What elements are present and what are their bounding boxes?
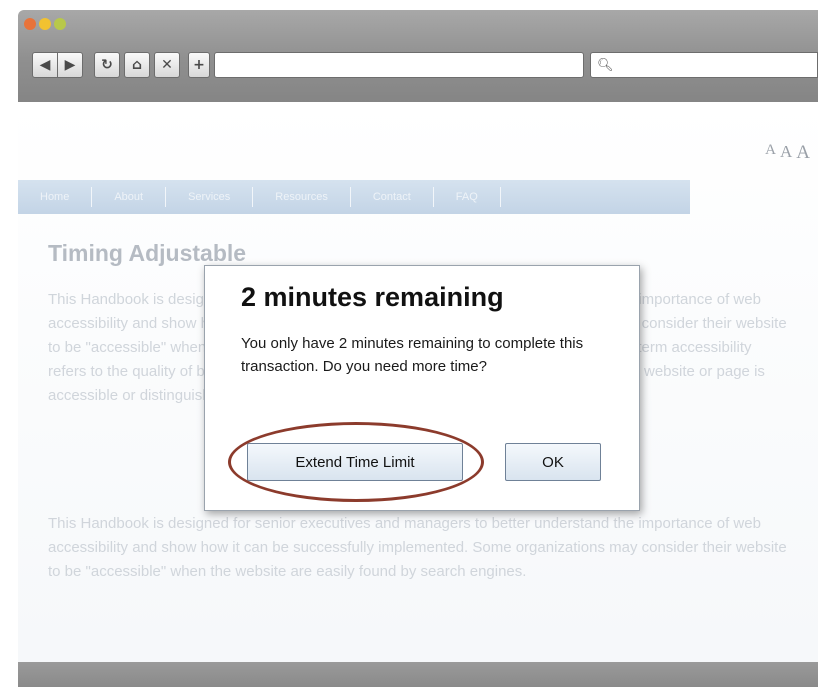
stop-icon: ✕: [161, 57, 173, 73]
page-heading: Timing Adjustable: [48, 240, 247, 266]
search-field[interactable]: 🔍︎: [590, 52, 818, 78]
address-bar[interactable]: [214, 52, 584, 78]
site-navigation: Home About Services Resources Contact FA…: [18, 180, 690, 214]
timeout-dialog: 2 minutes remaining You only have 2 minu…: [204, 265, 640, 511]
reload-button[interactable]: ↻: [94, 52, 120, 78]
nav-item-about[interactable]: About: [92, 187, 167, 207]
nav-item-resources[interactable]: Resources: [253, 187, 351, 207]
maximize-window-button[interactable]: [54, 18, 66, 30]
window-controls: [24, 18, 66, 30]
minimize-window-button[interactable]: [39, 18, 51, 30]
text-size-controls: A A A: [765, 142, 810, 164]
back-arrow-icon: ◀: [39, 57, 51, 73]
home-icon: ⌂: [131, 57, 143, 73]
home-button[interactable]: ⌂: [124, 52, 150, 78]
body-paragraph: This Handbook is designed for senior exe…: [48, 515, 787, 580]
nav-item-services[interactable]: Services: [166, 187, 254, 207]
extend-time-limit-button[interactable]: Extend Time Limit: [247, 443, 463, 481]
add-bookmark-button[interactable]: +: [188, 52, 210, 78]
dialog-message: You only have 2 minutes remaining to com…: [241, 335, 584, 375]
search-icon: 🔍︎: [597, 57, 614, 73]
forward-button[interactable]: ▶: [57, 52, 83, 78]
text-size-large-button[interactable]: A: [796, 142, 810, 164]
browser-toolbar: ◀ ▶ ↻ ⌂ ✕ + 🔍︎: [18, 10, 818, 102]
dialog-title: 2 minutes remaining: [241, 282, 504, 312]
text-size-small-button[interactable]: A: [765, 142, 776, 164]
nav-item-home[interactable]: Home: [18, 187, 93, 207]
ok-button[interactable]: OK: [505, 443, 601, 481]
nav-item-faq[interactable]: FAQ: [434, 187, 501, 207]
text-size-medium-button[interactable]: A: [780, 142, 792, 164]
forward-arrow-icon: ▶: [64, 57, 76, 73]
reload-icon: ↻: [101, 57, 113, 73]
plus-icon: +: [193, 57, 205, 73]
browser-status-bar: [18, 662, 818, 687]
close-window-button[interactable]: [24, 18, 36, 30]
back-button[interactable]: ◀: [32, 52, 58, 78]
stop-button[interactable]: ✕: [154, 52, 180, 78]
nav-item-contact[interactable]: Contact: [351, 187, 434, 207]
